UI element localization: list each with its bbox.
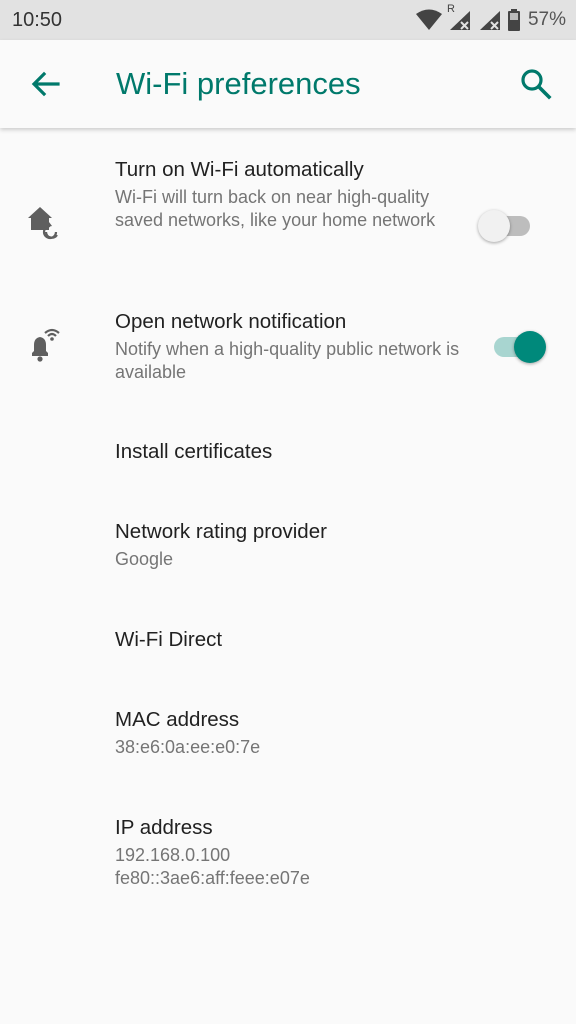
- status-icons: R 57%: [415, 3, 566, 32]
- pref-summary: Notify when a high-quality public networ…: [115, 339, 460, 382]
- battery-percentage: 57%: [527, 9, 566, 30]
- pref-wifi-direct[interactable]: Wi-Fi Direct: [0, 620, 576, 676]
- pref-turn-on-wifi-automatically[interactable]: Turn on Wi-Fi automatically Wi-Fi will t…: [0, 150, 576, 270]
- roaming-indicator: R: [446, 3, 455, 15]
- search-icon: [521, 69, 552, 100]
- status-bar: 10:50 R 57%: [0, 0, 576, 40]
- app-bar: Wi-Fi preferences: [0, 40, 576, 128]
- pref-title: Turn on Wi-Fi automatically: [115, 158, 364, 181]
- ipv4-address-value: 192.168.0.100: [115, 845, 231, 865]
- home-refresh-icon: [24, 202, 64, 242]
- back-button[interactable]: [28, 66, 64, 102]
- battery-icon: [507, 9, 520, 31]
- pref-network-rating-provider[interactable]: Network rating provider Google: [0, 512, 576, 592]
- status-time: 10:50: [12, 9, 63, 31]
- cell-signal-icon: [478, 9, 502, 31]
- search-button[interactable]: [518, 66, 554, 102]
- pref-title: Open network notification: [115, 310, 347, 333]
- pref-summary: Google: [115, 549, 174, 569]
- pref-title: IP address: [115, 816, 213, 839]
- pref-open-network-notification[interactable]: Open network notification Notify when a …: [0, 302, 576, 392]
- pref-title: Install certificates: [115, 440, 273, 463]
- pref-mac-address: MAC address 38:e6:0a:ee:e0:7e: [0, 700, 576, 780]
- pref-title: Wi-Fi Direct: [115, 628, 223, 651]
- cell-signal-icon: R: [447, 3, 472, 31]
- open-network-notification-toggle[interactable]: [490, 325, 546, 365]
- pref-summary: Wi-Fi will turn back on near high-qualit…: [115, 187, 436, 230]
- ipv6-address-value: fe80::3ae6:aff:feee:e07e: [115, 868, 310, 888]
- pref-title: MAC address: [115, 708, 240, 731]
- auto-wifi-toggle[interactable]: [478, 204, 534, 244]
- pref-ip-address: IP address 192.168.0.100 fe80::3ae6:aff:…: [0, 808, 576, 908]
- pref-title: Network rating provider: [115, 520, 327, 543]
- page-title: Wi-Fi preferences: [116, 66, 361, 101]
- bell-wifi-icon: [24, 326, 64, 366]
- wifi-signal-icon: [415, 9, 442, 31]
- pref-install-certificates[interactable]: Install certificates: [0, 432, 576, 488]
- switch-thumb: [478, 210, 510, 242]
- mac-address-value: 38:e6:0a:ee:e0:7e: [115, 737, 261, 757]
- arrow-back-icon: [31, 71, 60, 97]
- switch-thumb: [514, 331, 546, 363]
